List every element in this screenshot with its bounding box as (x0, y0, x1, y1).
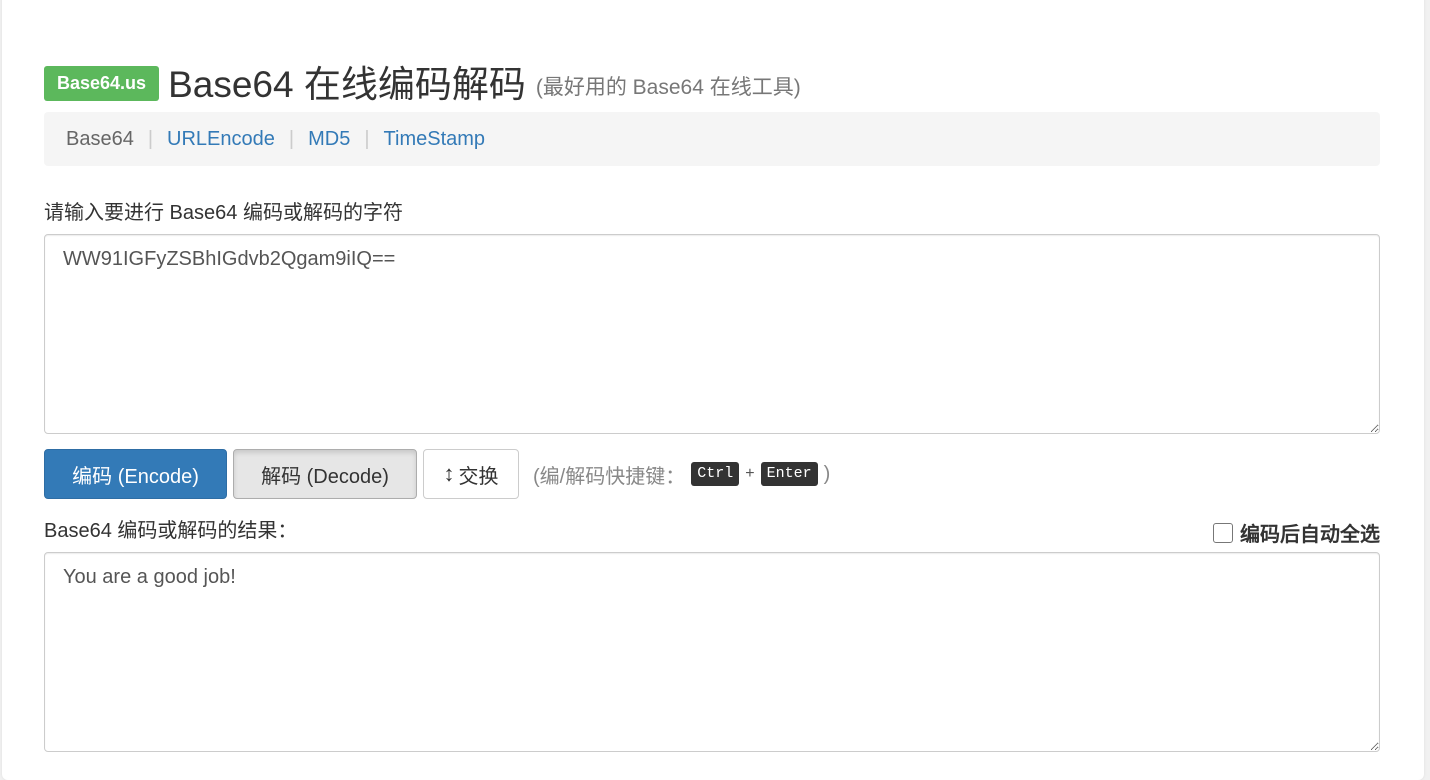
nav-item-base64[interactable]: Base64 (66, 128, 134, 151)
decode-button[interactable]: 解码 (Decode) (233, 449, 417, 499)
swap-button[interactable]: ↕ 交换 (423, 449, 519, 499)
output-textarea[interactable]: You are a good job! (44, 552, 1380, 752)
input-textarea[interactable]: WW91IGFyZSBhIGdvb2Qgam9iIQ== (44, 234, 1380, 434)
nav-separator: | (364, 127, 370, 150)
tool-nav: Base64 | URLEncode | MD5 | TimeStamp (44, 112, 1380, 166)
page-title: Base64 在线编码解码 (168, 64, 526, 105)
nav-item-urlencode[interactable]: URLEncode (167, 128, 275, 151)
autoselect-toggle[interactable]: 编码后自动全选 (1213, 518, 1380, 547)
kbd-ctrl: Ctrl (691, 462, 740, 486)
action-bar: 编码 (Encode) 解码 (Decode) ↕ 交换 (编/解码快捷键： C… (44, 449, 830, 499)
page-subtitle: (最好用的 Base64 在线工具) (535, 76, 801, 99)
encode-button[interactable]: 编码 (Encode) (44, 449, 227, 499)
autoselect-label: 编码后自动全选 (1240, 524, 1380, 546)
input-label: 请输入要进行 Base64 编码或解码的字符 (44, 202, 403, 224)
autoselect-checkbox[interactable] (1213, 522, 1233, 543)
brand-badge[interactable]: Base64.us (44, 65, 160, 101)
shortcut-plus: + (745, 465, 755, 482)
kbd-enter: Enter (760, 462, 818, 486)
swap-arrows-icon: ↕ (443, 461, 455, 486)
output-label: Base64 编码或解码的结果： (44, 520, 298, 542)
swap-button-label: 交换 (458, 465, 499, 488)
nav-separator: | (288, 127, 295, 150)
shortcut-suffix: ) (823, 462, 831, 485)
shortcut-hint: (编/解码快捷键： Ctrl + Enter ) (533, 460, 830, 489)
nav-separator: | (147, 127, 154, 150)
shortcut-prefix: (编/解码快捷键： (533, 465, 686, 488)
nav-item-timestamp[interactable]: TimeStamp (384, 128, 486, 151)
nav-item-md5[interactable]: MD5 (308, 128, 350, 151)
page-header: Base64.us Base64 在线编码解码 (最好用的 Base64 在线工… (44, 56, 801, 106)
